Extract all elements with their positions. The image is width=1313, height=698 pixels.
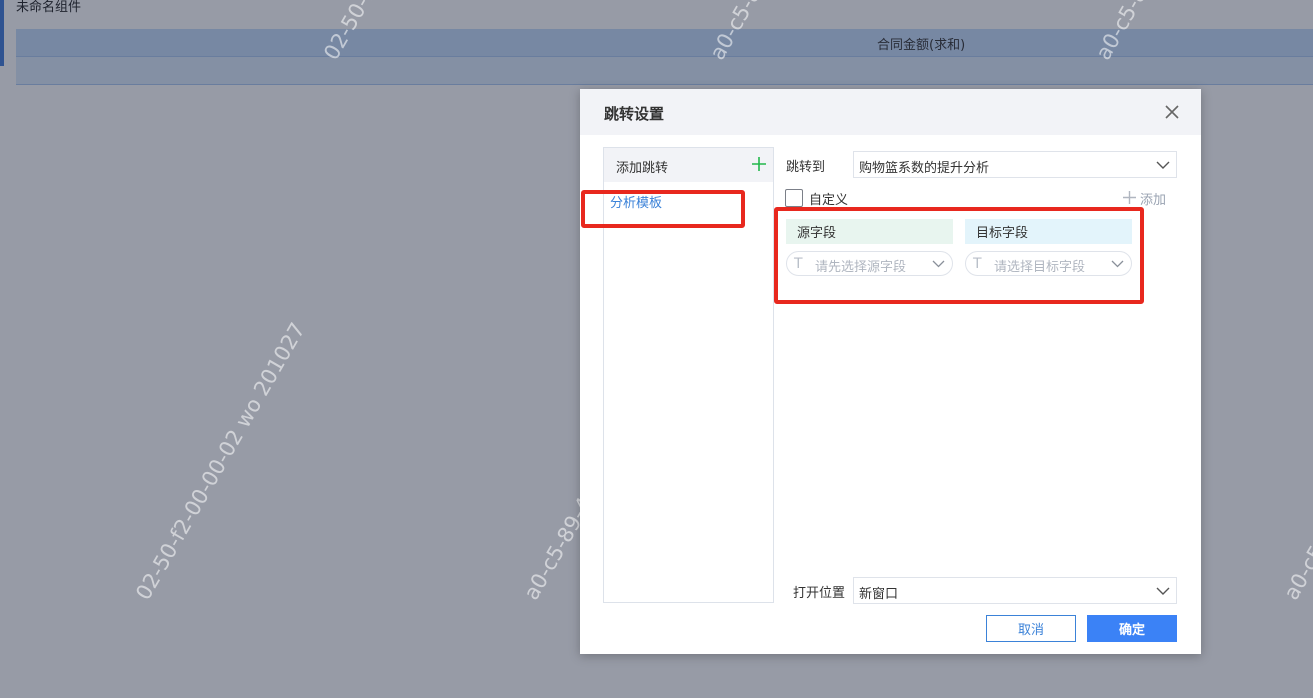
plus-icon (1123, 191, 1136, 204)
jump-list-panel: 添加跳转 分析模板 (603, 147, 774, 603)
cancel-button[interactable]: 取消 (986, 615, 1076, 642)
source-field-header-label: 源字段 (797, 226, 837, 241)
custom-checkbox-label: 自定义 (809, 193, 849, 208)
jump-to-select[interactable]: 购物篮系数的提升分析 (853, 151, 1177, 178)
open-position-label: 打开位置 (793, 586, 846, 601)
text-type-icon: T (794, 256, 803, 272)
open-position-value: 新窗口 (859, 587, 899, 602)
jump-list-header: 添加跳转 (604, 148, 773, 182)
add-jump-button[interactable] (751, 156, 767, 172)
text-type-icon: T (973, 256, 982, 272)
target-field-header: 目标字段 (965, 219, 1132, 244)
target-field-header-label: 目标字段 (976, 226, 1029, 241)
close-icon (1165, 105, 1179, 119)
chevron-down-icon (932, 260, 945, 268)
chevron-down-icon (1156, 161, 1170, 169)
plus-icon (752, 157, 766, 171)
target-field-placeholder: 请选择目标字段 (994, 260, 1086, 275)
source-field-select[interactable]: T 请先选择源字段 (786, 251, 953, 276)
confirm-button[interactable]: 确定 (1087, 615, 1177, 642)
source-field-placeholder: 请先选择源字段 (815, 260, 907, 275)
add-jump-label: 添加跳转 (616, 161, 669, 176)
source-field-header: 源字段 (786, 219, 953, 244)
target-field-select[interactable]: T 请选择目标字段 (965, 251, 1132, 276)
dialog-header: 跳转设置 (580, 89, 1201, 135)
close-button[interactable] (1163, 103, 1181, 121)
chevron-down-icon (1156, 587, 1170, 595)
jump-settings-dialog: 跳转设置 添加跳转 分析模板 跳转到 购物篮系数的提升分析 自定义 添加 源字段… (580, 89, 1201, 654)
jump-list-item-analysis-template[interactable]: 分析模板 (610, 192, 662, 211)
open-position-select[interactable]: 新窗口 (853, 577, 1177, 604)
dialog-title: 跳转设置 (604, 105, 665, 123)
custom-checkbox[interactable] (785, 189, 803, 207)
chevron-down-icon (1111, 260, 1124, 268)
add-mapping-label: 添加 (1140, 193, 1167, 208)
jump-to-value: 购物篮系数的提升分析 (859, 161, 990, 176)
jump-to-label: 跳转到 (786, 160, 826, 175)
